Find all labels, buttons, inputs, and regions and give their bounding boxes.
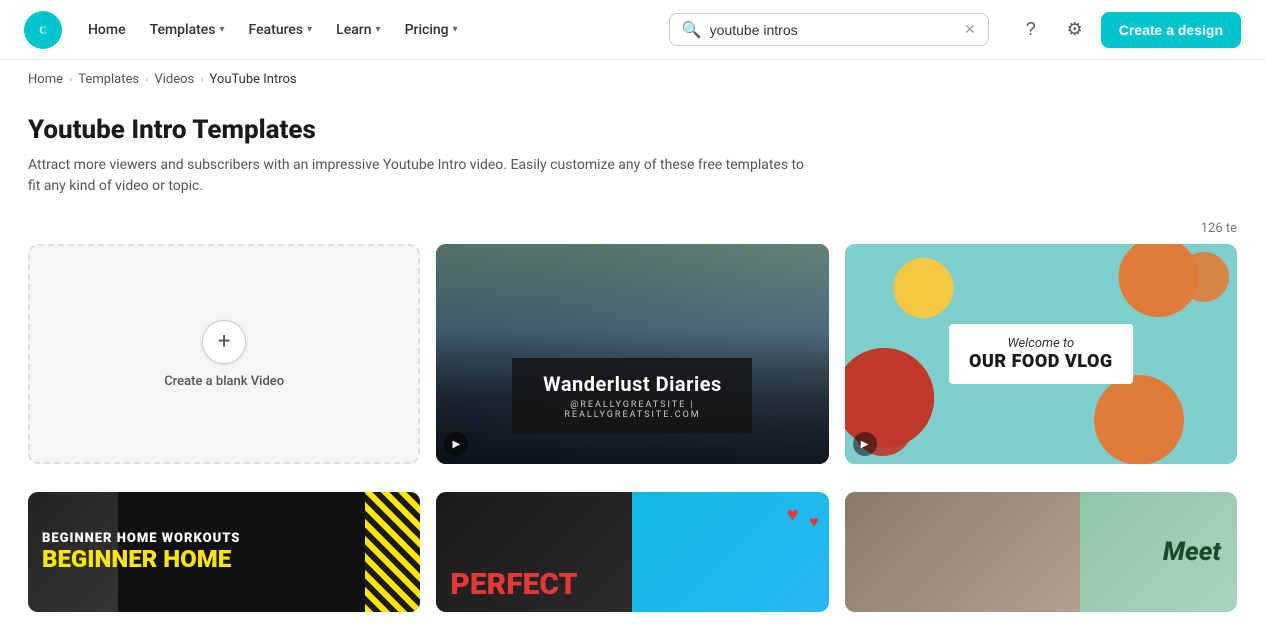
template-grid-row2: BEGINNER HOME WORKOUTS BEGINNER HOME ♥ ♥… (0, 492, 1265, 640)
breadcrumb-videos[interactable]: Videos (154, 72, 194, 87)
template-workout[interactable]: BEGINNER HOME WORKOUTS BEGINNER HOME (28, 492, 420, 612)
foodvlog-welcome: Welcome to (969, 336, 1113, 351)
hero-section: Youtube Intro Templates Attract more vie… (0, 99, 1265, 217)
template-foodvlog[interactable]: Welcome to OUR FOOD VLOG ▶ (845, 244, 1237, 464)
pet-photo (845, 492, 1080, 612)
nav-links: Home Templates ▾ Features ▾ Learn ▾ Pric… (78, 14, 645, 46)
learn-chevron-icon: ▾ (376, 24, 381, 35)
help-button[interactable]: ? (1013, 12, 1049, 48)
heart-icon-2: ♥ (809, 512, 819, 532)
nav-learn[interactable]: Learn ▾ (326, 14, 390, 46)
workout-main-text: BEGINNER HOME (42, 546, 406, 572)
features-chevron-icon: ▾ (307, 24, 312, 35)
templates-chevron-icon: ▾ (220, 24, 225, 35)
breadcrumb-sep-3: › (200, 73, 203, 86)
search-bar: 🔍 youtube intros ✕ (669, 13, 989, 46)
template-perfect[interactable]: ♥ ♥ PERFECT (436, 492, 828, 612)
create-design-button[interactable]: Create a design (1101, 12, 1241, 48)
wanderlust-overlay: Wanderlust Diaries @REALLYGREATSITE | RE… (512, 358, 752, 434)
gear-icon: ⚙ (1067, 19, 1083, 40)
breadcrumb-current: YouTube Intros (210, 72, 297, 87)
blank-card-label: Create a blank Video (164, 374, 284, 389)
nav-pricing[interactable]: Pricing ▾ (395, 14, 468, 46)
pet-text: Meet (1163, 537, 1221, 567)
pricing-chevron-icon: ▾ (453, 24, 458, 35)
wanderlust-title: Wanderlust Diaries (540, 372, 724, 396)
canva-logo[interactable]: C (24, 11, 62, 49)
food-item-1 (1179, 252, 1229, 302)
clear-search-icon[interactable]: ✕ (964, 22, 976, 38)
search-icon: 🔍 (682, 20, 702, 39)
nav-features[interactable]: Features ▾ (239, 14, 323, 46)
navbar: C Home Templates ▾ Features ▾ Learn ▾ Pr… (0, 0, 1265, 60)
template-pet[interactable]: Meet (845, 492, 1237, 612)
svg-text:C: C (39, 25, 46, 36)
breadcrumb-home[interactable]: Home (28, 72, 63, 87)
workout-text: BEGINNER HOME WORKOUTS BEGINNER HOME (28, 492, 420, 612)
plus-icon: + (202, 320, 246, 364)
breadcrumb-sep-1: › (69, 73, 72, 86)
breadcrumb: Home › Templates › Videos › YouTube Intr… (0, 60, 1265, 99)
template-wanderlust[interactable]: Wanderlust Diaries @REALLYGREATSITE | RE… (436, 244, 828, 464)
play-icon-foodvlog: ▶ (853, 432, 877, 456)
hero-description: Attract more viewers and subscribers wit… (28, 155, 808, 197)
nav-templates[interactable]: Templates ▾ (140, 14, 235, 46)
heart-icon-1: ♥ (787, 502, 799, 527)
foodvlog-text-block: Welcome to OUR FOOD VLOG (949, 324, 1133, 384)
settings-button[interactable]: ⚙ (1057, 12, 1093, 48)
nav-home[interactable]: Home (78, 14, 136, 46)
nav-actions: ? ⚙ Create a design (1013, 12, 1241, 48)
template-grid-row1: + Create a blank Video Wanderlust Diarie… (0, 244, 1265, 492)
template-count-row: 126 te (0, 217, 1265, 244)
breadcrumb-sep-2: › (145, 73, 148, 86)
workout-top-text: BEGINNER HOME WORKOUTS (42, 531, 406, 546)
wanderlust-subtitle: @REALLYGREATSITE | REALLYGREATSITE.COM (540, 400, 724, 420)
blank-video-card[interactable]: + Create a blank Video (28, 244, 420, 464)
page-title: Youtube Intro Templates (28, 115, 1237, 145)
template-count: 126 te (1201, 221, 1237, 236)
perfect-text: PERFECT (450, 567, 577, 602)
foodvlog-main: OUR FOOD VLOG (969, 351, 1113, 372)
help-icon: ? (1026, 19, 1036, 40)
breadcrumb-templates[interactable]: Templates (78, 72, 139, 87)
search-input[interactable]: youtube intros (710, 22, 956, 38)
